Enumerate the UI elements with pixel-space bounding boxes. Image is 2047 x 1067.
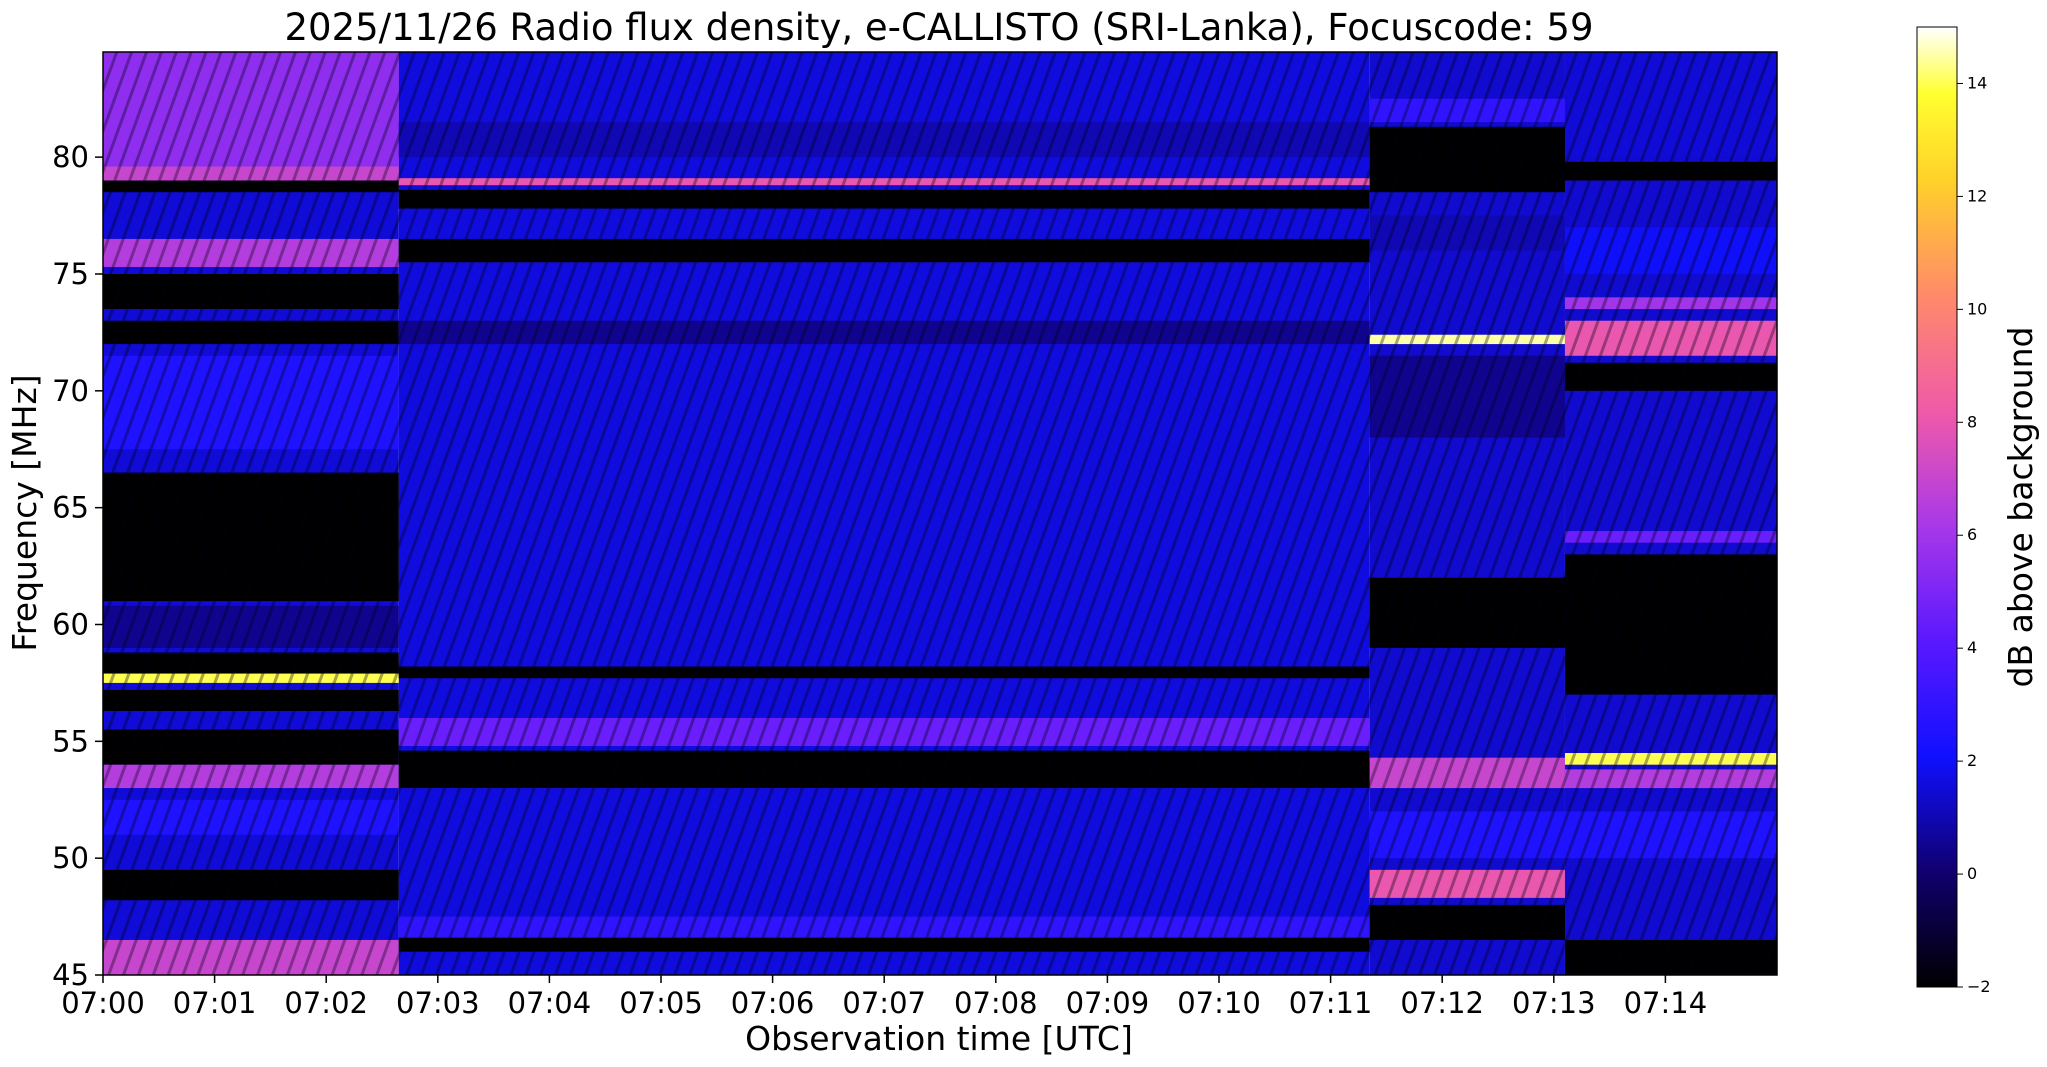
y-tick-label: 60 [52, 607, 89, 641]
x-tick-label: 07:08 [954, 986, 1038, 1020]
spectrogram-texture [103, 52, 1777, 975]
x-axis-label: Observation time [UTC] [745, 1019, 1133, 1058]
colorbar-tick-label: 2 [1967, 751, 1977, 770]
spectrogram-chart: 2025/11/26 Radio flux density, e-CALLIST… [5, 6, 2040, 1058]
colorbar-label: dB above background [2001, 327, 2040, 688]
colorbar-tick-label: 6 [1967, 525, 1977, 544]
x-tick-label: 07:05 [619, 986, 703, 1020]
x-tick-label: 07:09 [1066, 986, 1150, 1020]
colorbar-tick-label: 4 [1967, 638, 1977, 657]
plot-area [103, 52, 1777, 975]
x-tick-label: 07:02 [284, 986, 368, 1020]
colorbar-tick-label: 14 [1967, 73, 1987, 92]
x-tick-label: 07:06 [731, 986, 815, 1020]
y-axis-label: Frequency [MHz] [5, 374, 44, 651]
x-tick-label: 07:03 [396, 986, 480, 1020]
colorbar-tick-label: 8 [1967, 412, 1977, 431]
colorbar-tick-label: 10 [1967, 299, 1987, 318]
y-tick-label: 75 [52, 257, 89, 291]
x-tick-label: 07:10 [1177, 986, 1261, 1020]
y-tick-label: 65 [52, 491, 89, 525]
x-tick-label: 07:04 [508, 986, 592, 1020]
colorbar-tick-label: −2 [1967, 977, 1991, 996]
x-tick-label: 07:14 [1624, 986, 1708, 1020]
x-tick-label: 07:12 [1400, 986, 1484, 1020]
colorbar [1916, 26, 1958, 988]
y-tick-label: 70 [52, 374, 89, 408]
y-axis-ticks: 45 50 55 60 65 70 75 80 [52, 140, 103, 992]
colorbar-ticks: −2 0 2 4 6 8 10 12 14 [1957, 73, 1991, 996]
x-tick-label: 07:11 [1289, 986, 1373, 1020]
x-axis-ticks: 07:00 07:01 07:02 07:03 07:04 07:05 07:06 07:07… [61, 975, 1707, 1020]
colorbar-tick-label: 0 [1967, 864, 1977, 883]
x-tick-label: 07:13 [1512, 986, 1596, 1020]
y-tick-label: 80 [52, 140, 89, 174]
x-tick-label: 07:07 [842, 986, 926, 1020]
y-tick-label: 55 [52, 724, 89, 758]
chart-title: 2025/11/26 Radio flux density, e-CALLIST… [285, 6, 1594, 49]
y-tick-label: 50 [52, 841, 89, 875]
colorbar-tick-label: 12 [1967, 186, 1987, 205]
y-tick-label: 45 [52, 958, 89, 992]
x-tick-label: 07:01 [173, 986, 257, 1020]
